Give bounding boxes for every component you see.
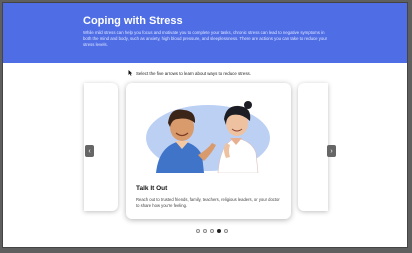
chevron-right-icon: › [330,147,333,155]
card-title: Talk It Out [136,185,168,192]
slide-pagination [196,229,228,233]
page-title: Coping with Stress [83,15,183,27]
previous-slide-button[interactable]: ‹ [85,145,94,157]
pagination-dot[interactable] [224,229,228,233]
pagination-dot[interactable] [196,229,200,233]
cursor-pointer-icon [128,70,133,76]
pagination-dot[interactable] [210,229,214,233]
pagination-dot[interactable] [217,229,221,233]
next-slide-button[interactable]: › [327,145,336,157]
chevron-left-icon: ‹ [88,147,91,155]
header-banner: Coping with Stress While mild stress can… [3,3,407,63]
card-text: Reach out to trusted friends, family, te… [136,197,280,208]
intro-paragraph: While mild stress can help you focus and… [83,30,328,48]
next-card-peek [298,83,328,211]
instruction: Select the five arrows to learn about wa… [128,70,251,76]
pagination-dot[interactable] [203,229,207,233]
instruction-text: Select the five arrows to learn about wa… [136,70,251,76]
slide-card: Talk It Out Reach out to trusted friends… [126,83,291,219]
two-people-talking-illustration [146,101,270,173]
